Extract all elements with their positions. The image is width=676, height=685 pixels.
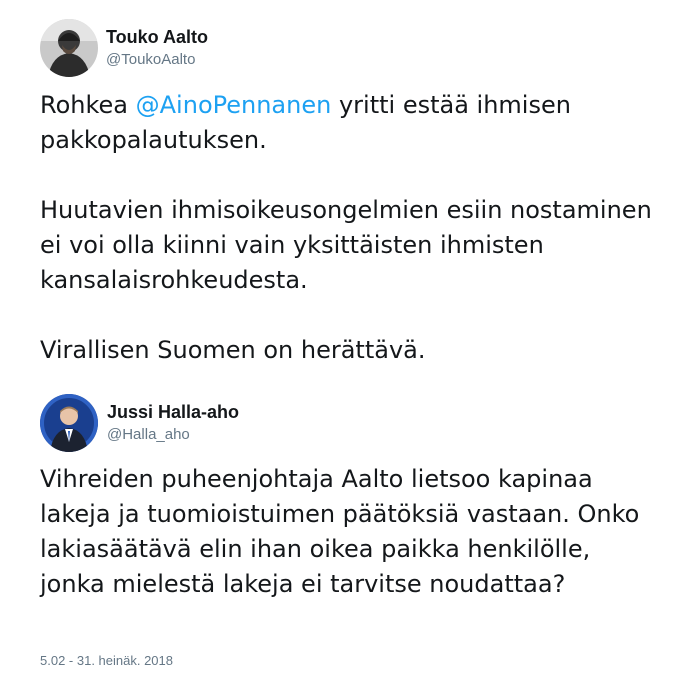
quoted-tweet-text: Vihreiden puheenjohtaja Aalto lietsoo ka… — [40, 465, 640, 598]
tweet-paragraph: Huutavien ihmisoikeusongelmien esiin nos… — [40, 196, 652, 294]
user-avatar-icon — [40, 394, 98, 452]
author-display-name[interactable]: Touko Aalto — [106, 26, 208, 48]
quoted-tweet-header: Jussi Halla-aho @Halla_aho — [40, 392, 670, 454]
tweet-text-prefix: Rohkea — [40, 91, 136, 119]
quoted-author-handle[interactable]: @Halla_aho — [107, 425, 239, 445]
tweet-paragraph: Virallisen Suomen on herättävä. — [40, 336, 426, 364]
author-handle[interactable]: @ToukoAalto — [106, 50, 208, 70]
user-avatar-icon — [40, 19, 98, 77]
quoted-tweet[interactable]: Jussi Halla-aho @Halla_aho Vihreiden puh… — [40, 392, 670, 602]
tweet-paragraph: Rohkea @AinoPennanen yritti estää ihmise… — [40, 88, 660, 158]
tweet-timestamp[interactable]: 5.02 - 31. heinäk. 2018 — [40, 652, 173, 670]
tweet-header: Touko Aalto @ToukoAalto — [40, 18, 208, 78]
quoted-author-avatar[interactable] — [40, 394, 98, 452]
quoted-author-display-name[interactable]: Jussi Halla-aho — [107, 401, 239, 423]
mention-link[interactable]: @AinoPennanen — [136, 91, 332, 119]
author-avatar[interactable] — [40, 19, 98, 77]
tweet-text: Rohkea @AinoPennanen yritti estää ihmise… — [40, 88, 660, 368]
